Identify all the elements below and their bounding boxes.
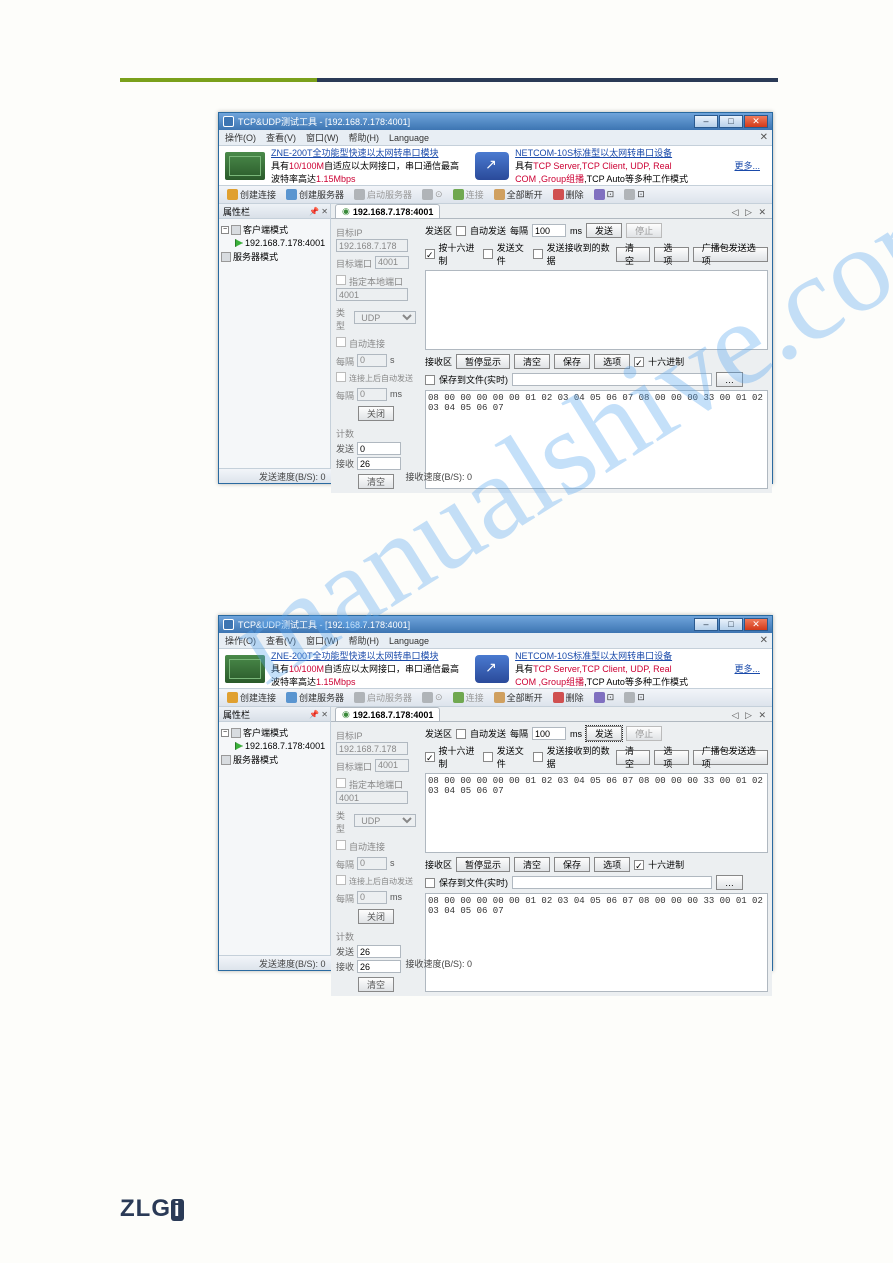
- banner-link-1[interactable]: ZNE-200T全功能型快速以太网转串口模块: [271, 148, 439, 158]
- chip-image: [225, 152, 265, 180]
- maximize-button[interactable]: □: [719, 115, 743, 128]
- window-title: TCP&UDP测试工具 - [192.168.7.178:4001]: [238, 618, 410, 631]
- local-port-input: [336, 288, 408, 301]
- mdi-close-icon[interactable]: ✕: [760, 132, 768, 143]
- clear-send-button[interactable]: 清空: [616, 247, 650, 262]
- tb-8[interactable]: ⊡: [590, 189, 619, 200]
- recv-hex-check[interactable]: ✓: [634, 357, 644, 367]
- recv-opt-button[interactable]: 选项: [594, 354, 630, 369]
- tx-speed: 发送速度(B/S): 0: [219, 470, 366, 483]
- tb-start-srv: 启动服务器: [350, 188, 416, 201]
- target-port-input[interactable]: [375, 256, 409, 269]
- auto-interval-2: [357, 388, 387, 401]
- recv-count[interactable]: [357, 457, 401, 470]
- opt-button[interactable]: 选项: [654, 247, 688, 262]
- title-bar[interactable]: TCP&UDP测试工具 - [192.168.7.178:4001] – □ ✕: [219, 113, 772, 130]
- close-conn-button[interactable]: 关闭: [358, 406, 394, 421]
- menu-lang[interactable]: Language: [389, 133, 429, 143]
- send-button-active[interactable]: 发送: [586, 726, 622, 741]
- auto-send-check: [336, 372, 346, 382]
- tab-conn[interactable]: ◉192.168.7.178:4001: [335, 204, 440, 218]
- menu-help[interactable]: 帮助(H): [349, 131, 380, 144]
- minimize-button[interactable]: –: [694, 618, 718, 631]
- tb-9[interactable]: ⊡: [620, 189, 649, 200]
- broadcast-button[interactable]: 广播包发送选项: [693, 247, 768, 262]
- browse-button[interactable]: …: [716, 372, 743, 387]
- title-bar[interactable]: TCP&UDP测试工具 - [192.168.7.178:4001] – □ ✕: [219, 616, 772, 633]
- tree-conn-item[interactable]: 192.168.7.178:4001: [221, 237, 328, 249]
- auto-interval-1: [357, 354, 387, 367]
- tb-conn: 连接: [449, 188, 488, 201]
- send-textarea-b[interactable]: 08 00 00 00 00 00 01 02 03 04 05 06 07 0…: [425, 773, 768, 853]
- sidebar-title: 属性栏: [223, 205, 250, 218]
- auto-send-check2[interactable]: [456, 226, 466, 236]
- stop-button: 停止: [626, 223, 662, 238]
- banner-link-2[interactable]: NETCOM-10S标准型以太网转串口设备: [515, 148, 672, 158]
- minimize-button[interactable]: –: [694, 115, 718, 128]
- menu-bar: 操作(O) 查看(V) 窗口(W) 帮助(H) Language ✕: [219, 130, 772, 146]
- router-image: [475, 152, 509, 180]
- app-icon: [223, 619, 234, 630]
- target-ip-input[interactable]: [336, 239, 408, 252]
- menu-op[interactable]: 操作(O): [225, 131, 256, 144]
- auto-conn-check: [336, 337, 346, 347]
- send-area-label: 发送区: [425, 224, 452, 237]
- tb-create-conn[interactable]: 创建连接: [223, 188, 280, 201]
- sendfile-check[interactable]: [483, 249, 492, 259]
- banner: ZNE-200T全功能型快速以太网转串口模块 具有10/100M自适应以太网接口…: [219, 146, 772, 186]
- more-link[interactable]: 更多...: [734, 159, 760, 172]
- hex-check[interactable]: ✓: [425, 249, 435, 259]
- type-select: UDP: [354, 311, 416, 324]
- app-window-2: TCP&UDP测试工具 - [192.168.7.178:4001] – □ ✕…: [218, 615, 773, 971]
- save-path-input[interactable]: [512, 373, 712, 386]
- pin-icon[interactable]: 📌 ✕: [309, 207, 328, 216]
- tab-controls[interactable]: ◁ ▷ ✕: [732, 207, 768, 218]
- menu-win[interactable]: 窗口(W): [306, 131, 339, 144]
- tree-server-mode[interactable]: 服务器模式: [221, 249, 328, 264]
- send-textarea[interactable]: [425, 270, 768, 350]
- menu-view[interactable]: 查看(V): [266, 131, 296, 144]
- recv-area-label: 接收区: [425, 355, 452, 368]
- maximize-button[interactable]: □: [719, 618, 743, 631]
- app-icon: [223, 116, 234, 127]
- tb-create-srv[interactable]: 创建服务器: [282, 188, 348, 201]
- sidebar: 属性栏 📌 ✕ −客户端模式 192.168.7.178:4001 服务器模式: [219, 204, 331, 468]
- app-window-1: TCP&UDP测试工具 - [192.168.7.178:4001] – □ ✕…: [218, 112, 773, 484]
- tree-client-mode[interactable]: −客户端模式: [221, 222, 328, 237]
- recv-textarea-b[interactable]: 08 00 00 00 00 00 01 02 03 04 05 06 07 0…: [425, 893, 768, 992]
- pause-button[interactable]: 暂停显示: [456, 354, 510, 369]
- echo-check[interactable]: [533, 249, 542, 259]
- close-button[interactable]: ✕: [744, 618, 768, 631]
- send-interval[interactable]: [532, 224, 566, 237]
- zlg-logo: ZLGi: [120, 1195, 184, 1223]
- toolbar: 创建连接 创建服务器 启动服务器 ⊙ 连接 全部断开 删除 ⊡ ⊡: [219, 186, 772, 204]
- rx-speed: 接收速度(B/S): 0: [366, 470, 513, 483]
- save-button[interactable]: 保存: [554, 354, 590, 369]
- send-count[interactable]: [357, 442, 401, 455]
- tb-disc-all[interactable]: 全部断开: [490, 188, 547, 201]
- window-title: TCP&UDP测试工具 - [192.168.7.178:4001]: [238, 115, 410, 128]
- clear-recv-button[interactable]: 清空: [514, 354, 550, 369]
- local-port-check: [336, 275, 346, 285]
- tb-4: ⊙: [418, 189, 447, 200]
- save-file-check[interactable]: [425, 375, 435, 385]
- tb-delete[interactable]: 删除: [549, 188, 588, 201]
- send-button[interactable]: 发送: [586, 223, 622, 238]
- close-button[interactable]: ✕: [744, 115, 768, 128]
